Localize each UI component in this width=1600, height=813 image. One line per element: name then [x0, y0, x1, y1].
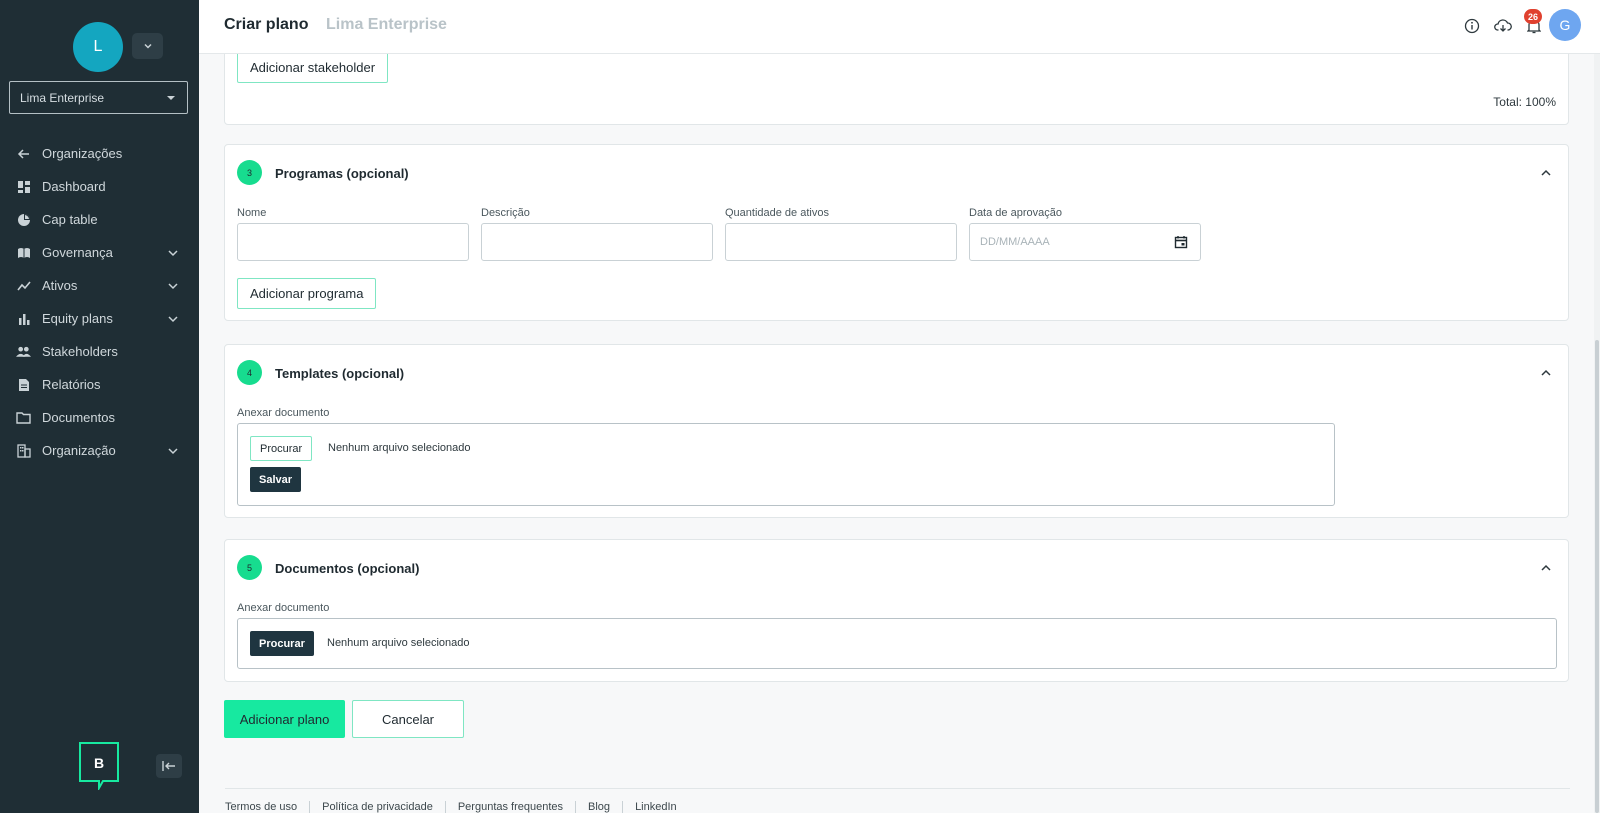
programs-title: Programas (opcional) [275, 166, 409, 181]
assets-quantity-input[interactable] [725, 223, 957, 261]
building-icon [16, 443, 31, 458]
quantity-label: Quantidade de ativos [725, 207, 829, 219]
footer-link-faq[interactable]: Perguntas frequentes [446, 800, 577, 813]
sidebar-item-label: Organizações [42, 146, 123, 161]
stakeholders-card: Adicionar stakeholder Total: 100% [224, 54, 1569, 125]
sidebar-item-equity-plans[interactable]: Equity plans [0, 302, 199, 335]
sidebar-nav: Organizações Dashboard Cap table Governa… [0, 137, 199, 467]
attach-document-label: Anexar documento [237, 602, 330, 614]
notification-count-badge: 26 [1524, 9, 1542, 24]
svg-text:B: B [94, 755, 104, 771]
scrollbar-thumb[interactable] [1595, 340, 1599, 813]
footer: Termos de uso Política de privacidade Pe… [225, 788, 1570, 813]
approval-date-input[interactable] [969, 223, 1201, 261]
no-file-text: Nenhum arquivo selecionado [328, 442, 471, 454]
pie-chart-icon [16, 212, 31, 227]
book-icon [16, 245, 31, 260]
chevron-down-icon [168, 315, 178, 322]
program-description-input[interactable] [481, 223, 713, 261]
chevron-down-icon [168, 282, 178, 289]
document-file-box: Procurar Nenhum arquivo selecionado [237, 618, 1557, 669]
user-avatar[interactable]: G [1549, 9, 1581, 41]
browse-file-button[interactable]: Procurar [250, 631, 314, 656]
sidebar-item-documentos[interactable]: Documentos [0, 401, 199, 434]
sidebar-item-organizacoes[interactable]: Organizações [0, 137, 199, 170]
trend-icon [16, 278, 31, 293]
sidebar-item-label: Documentos [42, 410, 115, 425]
page-subtitle: Lima Enterprise [326, 16, 447, 33]
save-button[interactable]: Salvar [250, 467, 302, 492]
step-badge: 4 [237, 360, 262, 385]
caret-down-icon [167, 95, 175, 100]
name-label: Nome [237, 207, 267, 219]
brand-logo[interactable]: B [79, 742, 119, 792]
documents-card: 5 Documentos (opcional) Anexar documento… [224, 539, 1569, 682]
chevron-up-icon[interactable] [1540, 367, 1552, 379]
templates-card: 4 Templates (opcional) Anexar documento … [224, 344, 1569, 518]
sidebar-item-stakeholders[interactable]: Stakeholders [0, 335, 199, 368]
chevron-down-icon [168, 249, 178, 256]
cancel-button[interactable]: Cancelar [352, 700, 464, 738]
step-badge: 5 [237, 555, 262, 580]
sidebar-item-label: Cap table [42, 212, 98, 227]
footer-link-blog[interactable]: Blog [576, 800, 624, 813]
dashboard-icon [16, 179, 31, 194]
chevron-down-icon [168, 447, 178, 454]
info-icon[interactable] [1461, 15, 1483, 37]
sidebar-item-label: Ativos [42, 278, 78, 293]
folder-icon [16, 410, 31, 425]
top-header: Criar plano Lima Enterprise 26 G [199, 0, 1600, 54]
program-name-input[interactable] [237, 223, 469, 261]
cloud-download-icon[interactable] [1492, 15, 1514, 37]
arrow-left-icon [16, 146, 31, 161]
organization-select[interactable]: Lima Enterprise [9, 81, 188, 114]
document-icon [16, 377, 31, 392]
approval-date-label: Data de aprovação [969, 207, 1062, 219]
chevron-up-icon[interactable] [1540, 562, 1552, 574]
step-badge: 3 [237, 160, 262, 185]
organization-select-value: Lima Enterprise [20, 90, 105, 105]
collapse-sidebar-button[interactable] [156, 754, 182, 778]
stakeholder-total: Total: 100% [1493, 95, 1556, 109]
sidebar-item-relatorios[interactable]: Relatórios [0, 368, 199, 401]
bar-chart-icon [16, 311, 31, 326]
page-title: Criar plano [224, 16, 309, 33]
footer-link-linkedin[interactable]: LinkedIn [623, 801, 689, 813]
attach-document-label: Anexar documento [237, 407, 330, 419]
no-file-text: Nenhum arquivo selecionado [327, 637, 470, 649]
add-stakeholder-button[interactable]: Adicionar stakeholder [237, 54, 389, 83]
calendar-icon[interactable] [1174, 235, 1188, 249]
sidebar-item-label: Relatórios [42, 377, 101, 392]
sidebar-item-label: Organização [42, 443, 116, 458]
sidebar-item-dashboard[interactable]: Dashboard [0, 170, 199, 203]
description-label: Descrição [481, 207, 530, 219]
add-program-button[interactable]: Adicionar programa [237, 278, 377, 309]
avatar-menu-toggle[interactable] [132, 33, 163, 59]
sidebar-item-governanca[interactable]: Governança [0, 236, 199, 269]
sidebar-item-organizacao[interactable]: Organização [0, 434, 199, 467]
sidebar-item-label: Stakeholders [42, 344, 118, 359]
sidebar-item-ativos[interactable]: Ativos [0, 269, 199, 302]
sidebar: L Lima Enterprise Organizações Dashboard… [0, 0, 199, 813]
template-file-box: Procurar Nenhum arquivo selecionado Salv… [237, 423, 1335, 506]
chevron-down-icon [143, 43, 152, 49]
footer-link-privacy[interactable]: Política de privacidade [310, 800, 446, 813]
programs-card: 3 Programas (opcional) Nome Descrição Qu… [224, 144, 1569, 321]
chevron-up-icon[interactable] [1540, 167, 1552, 179]
organization-avatar[interactable]: L [73, 22, 123, 72]
footer-link-terms[interactable]: Termos de uso [225, 800, 311, 813]
sidebar-item-label: Equity plans [42, 311, 113, 326]
templates-title: Templates (opcional) [275, 366, 405, 381]
browse-file-button[interactable]: Procurar [250, 436, 313, 461]
sidebar-item-label: Dashboard [42, 179, 106, 194]
collapse-left-icon [162, 761, 175, 771]
sidebar-item-cap-table[interactable]: Cap table [0, 203, 199, 236]
people-icon [16, 344, 31, 359]
sidebar-item-label: Governança [42, 245, 113, 260]
documents-title: Documentos (opcional) [275, 561, 420, 576]
add-plan-button[interactable]: Adicionar plano [224, 700, 345, 738]
